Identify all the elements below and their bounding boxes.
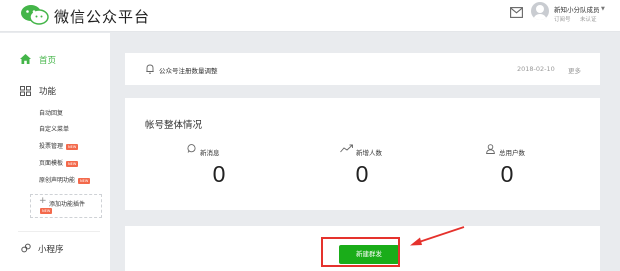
account-type: 订阅号 xyxy=(554,17,571,23)
sidebar-item-auto-reply[interactable]: 自动回复 xyxy=(39,108,63,117)
stat-new-messages-label: 新消息 xyxy=(200,149,220,157)
sidebar-item-label: 页面模板 xyxy=(39,160,64,167)
stat-new-followers-label: 新增人数 xyxy=(356,149,382,157)
sidebar-item-label: 自定义菜单 xyxy=(39,126,70,133)
mail-icon[interactable] xyxy=(510,7,523,18)
bell-icon xyxy=(146,64,154,74)
new-badge: NEW xyxy=(66,160,79,167)
chat-bubble-icon xyxy=(187,144,196,153)
stat-total-users-label: 总用户数 xyxy=(499,149,525,157)
sidebar-function-label: 功能 xyxy=(39,87,57,97)
new-badge: NEW xyxy=(78,177,91,184)
account-verification-status: 未认证 xyxy=(580,17,597,23)
platform-title[interactable]: 微信公众平台 xyxy=(54,6,150,27)
user-icon xyxy=(486,144,495,154)
annotation-arrow-icon xyxy=(410,226,465,246)
add-plugin-button[interactable]: + 添加功能插件 NEW xyxy=(30,194,102,218)
home-icon xyxy=(20,54,31,64)
notice-more-link[interactable]: 更多 xyxy=(568,65,581,75)
stat-new-messages-value[interactable]: 0 xyxy=(199,161,239,188)
account-overview-panel: 帐号整体情况 新消息 0 新增人数 0 总用户数 0 xyxy=(125,98,600,210)
new-badge: NEW xyxy=(40,208,53,214)
top-header: 微信公众平台 新知小分队成员 ▼ 订阅号 未认证 xyxy=(0,0,620,32)
stat-total-users-value[interactable]: 0 xyxy=(487,161,527,188)
notice-date: 2018-02-10 xyxy=(517,65,555,73)
grid-icon xyxy=(20,86,31,96)
sidebar-home-label: 首页 xyxy=(39,56,57,66)
sidebar-mini-program-label: 小程序 xyxy=(38,245,64,255)
annotation-highlight-box xyxy=(321,237,400,267)
overview-title: 帐号整体情况 xyxy=(145,120,203,131)
account-name[interactable]: 新知小分队成员 xyxy=(554,4,600,14)
sidebar-item-label: 投票管理 xyxy=(39,143,64,150)
account-dropdown-icon[interactable]: ▼ xyxy=(601,6,605,12)
new-badge: NEW xyxy=(66,143,79,150)
notice-link[interactable]: 公众号注册数量调整 xyxy=(159,65,218,75)
wechat-logo-icon xyxy=(21,5,49,25)
trend-up-icon xyxy=(340,144,353,153)
mini-program-icon xyxy=(21,243,31,253)
notice-panel: 公众号注册数量调整 2018-02-10 更多 xyxy=(125,53,600,85)
sidebar-item-original-declaration[interactable]: 原创声明功能 NEW xyxy=(39,175,91,184)
sidebar-item-label: 原创声明功能 xyxy=(39,177,76,184)
account-avatar[interactable] xyxy=(531,2,549,20)
add-plugin-label: 添加功能插件 xyxy=(49,201,86,208)
sidebar-item-page-template[interactable]: 页面模板 NEW xyxy=(39,158,79,167)
sidebar: 首页 功能 自动回复 自定义菜单 投票管理 NEW 页面模板 NEW 原创声明功能 N… xyxy=(0,33,110,271)
sidebar-item-custom-menu[interactable]: 自定义菜单 xyxy=(39,124,69,133)
sidebar-divider xyxy=(18,231,100,232)
sidebar-item-vote-management[interactable]: 投票管理 NEW xyxy=(39,141,79,150)
sidebar-item-label: 自动回复 xyxy=(39,110,64,117)
plus-icon: + xyxy=(39,196,47,206)
stat-new-followers-value[interactable]: 0 xyxy=(342,161,382,188)
